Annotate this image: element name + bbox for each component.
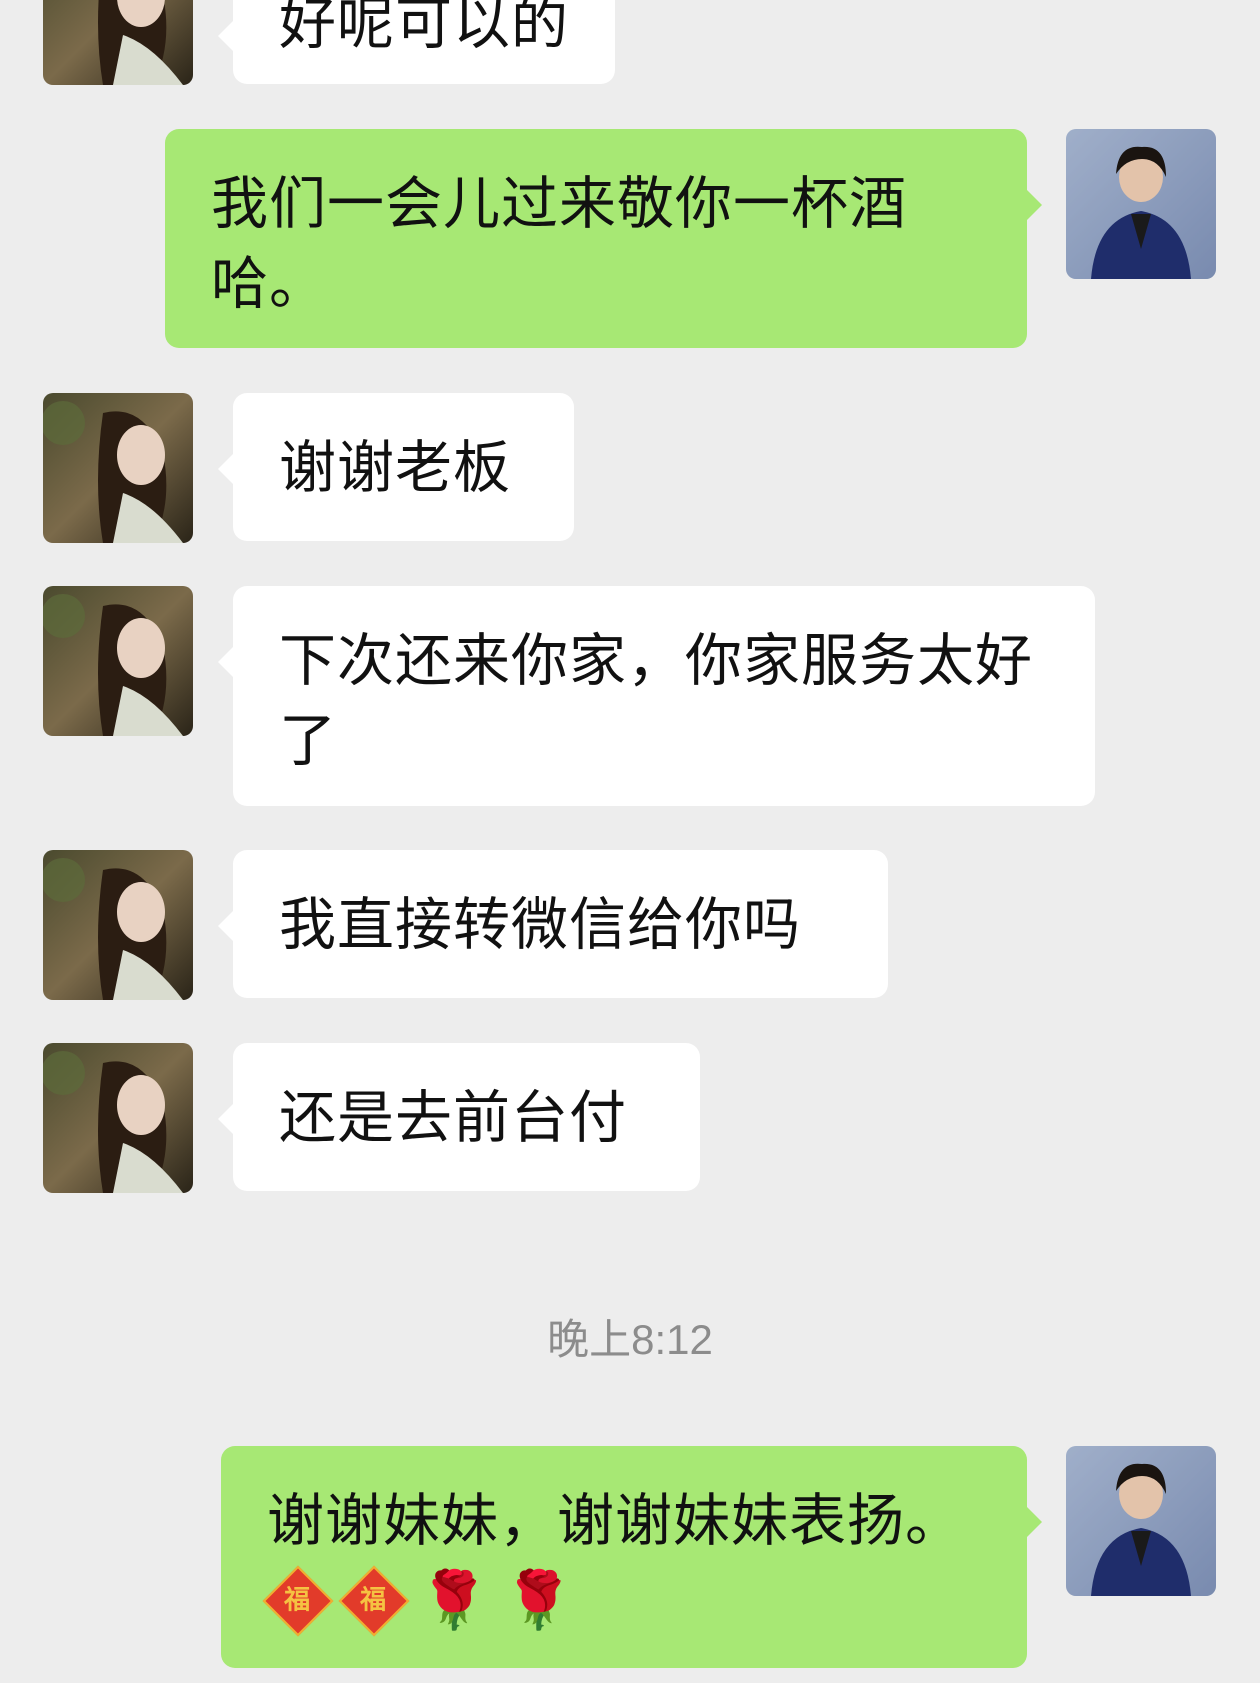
message-bubble-incoming[interactable]: 好呢可以的 — [218, 0, 615, 84]
message-text: 我们一会儿过来敬你一杯酒哈。 — [211, 171, 907, 317]
contact-avatar[interactable] — [43, 586, 193, 736]
rose-emoji: 🌹 — [419, 1568, 490, 1633]
message-bubble-incoming[interactable]: 还是去前台付 — [218, 1043, 700, 1191]
message-timestamp: 晚上8:12 — [547, 1316, 713, 1363]
message-bubble-incoming[interactable]: 下次还来你家，你家服务太好了 — [218, 586, 1095, 806]
message-bubble-outgoing[interactable]: 谢谢妹妹，谢谢妹妹表扬。 福 福 🌹 🌹 — [221, 1446, 1042, 1668]
message-text: 还是去前台付 — [279, 1085, 627, 1151]
user-avatar[interactable] — [1066, 1446, 1216, 1596]
message-bubble-outgoing[interactable]: 我们一会儿过来敬你一杯酒哈。 — [165, 129, 1042, 348]
fu-emoji: 福 — [262, 1565, 334, 1637]
emoji-row: 福 福 🌹 🌹 — [262, 1561, 981, 1641]
fu-emoji: 福 — [338, 1565, 410, 1637]
contact-avatar[interactable] — [43, 393, 193, 543]
message-text: 下次还来你家，你家服务太好了 — [279, 628, 1033, 774]
message-text: 好呢可以的 — [279, 0, 569, 57]
message-text: 谢谢妹妹，谢谢妹妹表扬。 — [267, 1488, 963, 1554]
message-bubble-incoming[interactable]: 我直接转微信给你吗 — [218, 850, 888, 998]
user-avatar[interactable] — [1066, 129, 1216, 279]
contact-avatar[interactable] — [43, 850, 193, 1000]
contact-avatar[interactable] — [43, 0, 193, 85]
message-bubble-incoming[interactable]: 谢谢老板 — [218, 393, 574, 541]
message-text: 谢谢老板 — [279, 435, 511, 501]
message-text: 我直接转微信给你吗 — [279, 892, 801, 958]
contact-avatar[interactable] — [43, 1043, 193, 1193]
rose-emoji: 🌹 — [503, 1568, 575, 1633]
